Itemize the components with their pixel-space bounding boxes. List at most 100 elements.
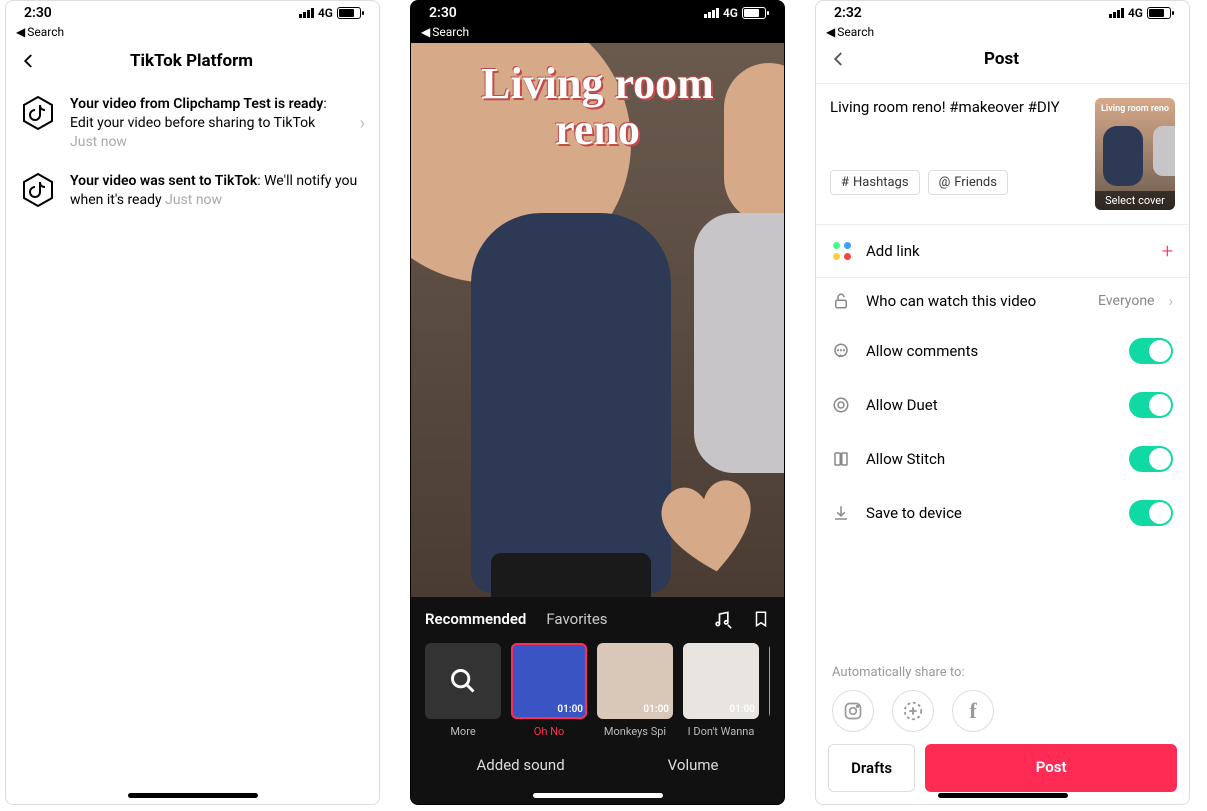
sound-thumb[interactable]: 01:00 bbox=[511, 643, 587, 719]
auto-share-section: Automatically share to: f bbox=[816, 657, 1189, 732]
allow-duet-row[interactable]: Allow Duet bbox=[816, 378, 1189, 432]
status-right: 4G bbox=[299, 6, 361, 20]
home-indicator bbox=[533, 793, 663, 798]
drafts-button[interactable]: Drafts bbox=[828, 744, 915, 792]
sound-item[interactable]: 01:00Wear bbox=[769, 643, 770, 738]
page-header: Post bbox=[816, 43, 1189, 84]
sound-item[interactable]: 01:00 Oh No bbox=[511, 643, 587, 738]
post-top-area: Living room reno! #makeover #DIY #Hashta… bbox=[816, 84, 1189, 224]
friends-chip[interactable]: @Friends bbox=[928, 170, 1008, 195]
at-icon: @ bbox=[939, 175, 951, 190]
tab-recommended[interactable]: Recommended bbox=[425, 610, 526, 628]
battery-icon bbox=[742, 7, 766, 19]
overlay-line1: Living room bbox=[411, 61, 784, 107]
video-overlay-title: Living room reno bbox=[411, 61, 784, 153]
tiktok-hex-icon bbox=[20, 95, 56, 131]
notification-item[interactable]: Your video from Clipchamp Test is ready:… bbox=[6, 85, 379, 162]
share-label: Automatically share to: bbox=[832, 665, 1173, 680]
share-stories-icon[interactable] bbox=[892, 690, 934, 732]
chevron-right-icon: › bbox=[360, 113, 365, 134]
status-bar: 2:30 4G bbox=[411, 1, 784, 25]
sound-item[interactable]: 01:00 Monkeys Spi bbox=[597, 643, 673, 738]
status-time: 2:30 bbox=[429, 5, 457, 21]
person-figure bbox=[471, 213, 671, 593]
toggle-switch[interactable] bbox=[1129, 338, 1173, 364]
sound-more-thumb[interactable] bbox=[425, 643, 501, 719]
status-right: 4G bbox=[704, 6, 766, 20]
video-preview[interactable]: Living room reno bbox=[411, 43, 784, 597]
sound-panel: Recommended Favorites More01:00Oh No01:0… bbox=[411, 597, 784, 804]
notification-title: Your video was sent to TikTok bbox=[70, 173, 257, 189]
hashtags-chip[interactable]: #Hashtags bbox=[830, 170, 920, 195]
sound-thumb[interactable]: 01:00 bbox=[683, 643, 759, 719]
network-label: 4G bbox=[1128, 6, 1143, 20]
cover-mini-title: Living room reno bbox=[1095, 104, 1175, 114]
sound-tabs: Recommended Favorites bbox=[425, 609, 770, 629]
chip-label: Friends bbox=[954, 175, 997, 190]
share-icons: f bbox=[832, 690, 1173, 732]
allow-stitch-row[interactable]: Allow Stitch bbox=[816, 432, 1189, 486]
toggle-switch[interactable] bbox=[1129, 446, 1173, 472]
screen-post: 2:32 4G ◀ Search Post Living room reno! … bbox=[815, 0, 1190, 805]
tab-favorites[interactable]: Favorites bbox=[546, 610, 607, 628]
sound-list[interactable]: More01:00Oh No01:00Monkeys Spi01:00I Don… bbox=[425, 643, 770, 738]
page-title: Post bbox=[828, 49, 1175, 69]
allow-comments-row[interactable]: Allow comments bbox=[816, 324, 1189, 378]
screen-sound-picker: 2:30 4G ◀ Search Living room reno Recomm… bbox=[410, 0, 785, 805]
toggle-switch[interactable] bbox=[1129, 392, 1173, 418]
save-device-row[interactable]: Save to device bbox=[816, 486, 1189, 540]
cover-selector[interactable]: Living room reno Select cover bbox=[1095, 98, 1175, 210]
sound-item[interactable]: 01:00I Don't Wanna bbox=[683, 643, 759, 738]
notification-item[interactable]: Your video was sent to TikTok: We'll not… bbox=[6, 162, 379, 220]
sound-thumb[interactable]: 01:00 bbox=[769, 643, 770, 719]
add-link-row[interactable]: Add link + bbox=[816, 225, 1189, 277]
notification-text: Your video from Clipchamp Test is ready:… bbox=[70, 95, 346, 152]
plus-icon: + bbox=[1162, 239, 1173, 263]
added-sound-button[interactable]: Added sound bbox=[477, 756, 565, 774]
signal-icon bbox=[1109, 8, 1124, 18]
caption-input[interactable]: Living room reno! #makeover #DIY bbox=[830, 98, 1083, 158]
post-button[interactable]: Post bbox=[925, 744, 1177, 792]
status-time: 2:30 bbox=[24, 5, 52, 21]
chip-label: Hashtags bbox=[853, 175, 909, 190]
lock-icon bbox=[832, 292, 852, 310]
battery-icon bbox=[337, 7, 361, 19]
select-cover-label: Select cover bbox=[1095, 191, 1175, 210]
sound-label: Oh No bbox=[511, 725, 587, 738]
home-indicator bbox=[128, 793, 258, 798]
page-title: TikTok Platform bbox=[18, 51, 365, 71]
home-indicator bbox=[938, 793, 1068, 798]
row-label: Add link bbox=[866, 242, 1148, 260]
sound-label: Monkeys Spi bbox=[597, 725, 673, 738]
row-label: Save to device bbox=[866, 504, 1115, 522]
chip-row: #Hashtags @Friends bbox=[830, 170, 1083, 195]
bookmark-icon[interactable] bbox=[752, 609, 770, 629]
comment-icon bbox=[832, 342, 852, 360]
caption-area: Living room reno! #makeover #DIY #Hashta… bbox=[830, 98, 1083, 210]
share-instagram-icon[interactable] bbox=[832, 690, 874, 732]
sound-duration: 01:00 bbox=[729, 704, 755, 715]
back-search-label: Search bbox=[27, 25, 64, 39]
status-bar: 2:30 4G bbox=[6, 1, 379, 25]
volume-button[interactable]: Volume bbox=[668, 756, 719, 774]
status-right: 4G bbox=[1109, 6, 1171, 20]
sound-item[interactable]: More bbox=[425, 643, 501, 738]
back-to-search[interactable]: ◀ Search bbox=[816, 25, 1189, 43]
signal-icon bbox=[299, 8, 314, 18]
back-triangle-icon: ◀ bbox=[421, 25, 430, 39]
status-time: 2:32 bbox=[834, 5, 862, 21]
network-label: 4G bbox=[723, 6, 738, 20]
toggle-switch[interactable] bbox=[1129, 500, 1173, 526]
back-to-search[interactable]: ◀ Search bbox=[6, 25, 379, 43]
back-to-search[interactable]: ◀ Search bbox=[411, 25, 784, 43]
page-header: TikTok Platform bbox=[6, 43, 379, 85]
notification-time: Just now bbox=[165, 192, 222, 208]
share-facebook-icon[interactable]: f bbox=[952, 690, 994, 732]
back-triangle-icon: ◀ bbox=[826, 25, 835, 39]
row-label: Allow comments bbox=[866, 342, 1115, 360]
sound-thumb[interactable]: 01:00 bbox=[597, 643, 673, 719]
download-icon bbox=[832, 504, 852, 522]
privacy-row[interactable]: Who can watch this video Everyone › bbox=[816, 278, 1189, 324]
status-bar: 2:32 4G bbox=[816, 1, 1189, 25]
music-search-icon[interactable] bbox=[712, 609, 732, 629]
